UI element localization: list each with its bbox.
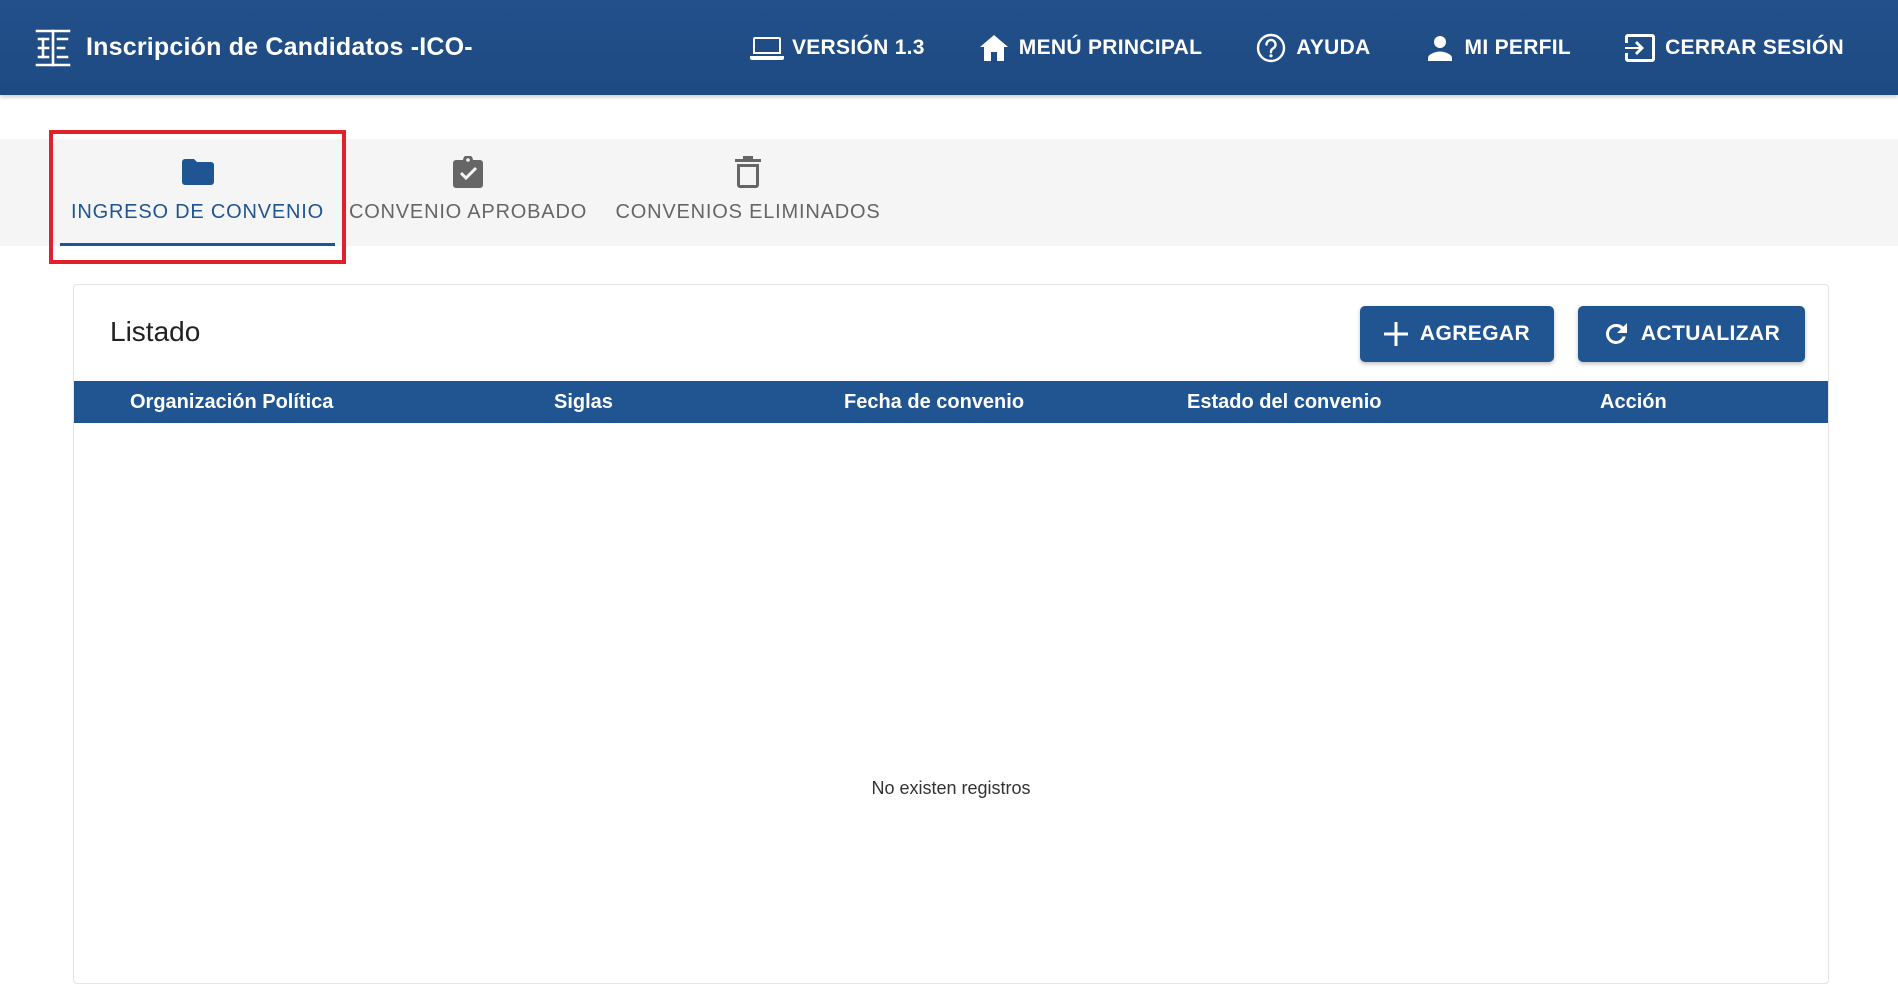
listado-card: Listado AGREGAR ACTUALIZAR Organización …: [73, 284, 1829, 984]
trash-icon: [735, 155, 761, 189]
active-tab-indicator: [60, 243, 335, 246]
table-header: Organización Política Siglas Fecha de co…: [74, 381, 1828, 423]
nav-logout-label: CERRAR SESIÓN: [1665, 35, 1844, 59]
empty-table-message: No existen registros: [871, 778, 1031, 798]
add-button-label: AGREGAR: [1419, 322, 1531, 345]
tab-convenio-aprobado[interactable]: CONVENIO APROBADO: [348, 139, 588, 246]
nav-logout[interactable]: CERRAR SESIÓN: [1623, 33, 1844, 63]
nav-help-label: AYUDA: [1296, 35, 1371, 59]
person-icon: [1423, 33, 1457, 63]
nav-version[interactable]: VERSIÓN 1.3: [749, 33, 925, 63]
tab-convenios-eliminados-label: CONVENIOS ELIMINADOS: [615, 201, 881, 223]
nav-help[interactable]: AYUDA: [1254, 33, 1370, 63]
column-header-accion: Acción: [1600, 391, 1667, 413]
te-logo-icon: [35, 29, 71, 66]
tab-bar: INGRESO DE CONVENIO CONVENIO APROBADO CO…: [0, 139, 1898, 246]
nav-main-menu[interactable]: MENÚ PRINCIPAL: [977, 33, 1202, 63]
brand[interactable]: Inscripción de Candidatos -ICO-: [34, 27, 473, 69]
laptop-icon: [749, 33, 784, 63]
column-header-fecha[interactable]: Fecha de convenio: [844, 381, 1024, 423]
column-header-organizacion[interactable]: Organización Política: [130, 381, 333, 423]
tab-convenio-aprobado-label: CONVENIO APROBADO: [348, 201, 588, 223]
tab-ingreso-convenio-label: INGRESO DE CONVENIO: [70, 201, 324, 223]
card-title: Listado: [110, 316, 201, 347]
home-icon: [977, 33, 1011, 63]
refresh-icon: [1605, 323, 1627, 344]
refresh-button-label: ACTUALIZAR: [1640, 322, 1781, 345]
top-nav: VERSIÓN 1.3 MENÚ PRINCIPAL AYUDA MI PERF…: [749, 33, 1844, 63]
tab-convenios-eliminados[interactable]: CONVENIOS ELIMINADOS: [610, 139, 886, 246]
help-circle-icon: [1254, 33, 1288, 63]
nav-profile[interactable]: MI PERFIL: [1423, 33, 1572, 63]
column-header-estado[interactable]: Estado del convenio: [1187, 381, 1381, 423]
clipboard-check-icon: [453, 155, 483, 189]
folder-icon: [181, 155, 214, 189]
nav-version-label: VERSIÓN 1.3: [791, 35, 925, 59]
nav-profile-label: MI PERFIL: [1464, 35, 1572, 59]
app-bar: Inscripción de Candidatos -ICO- VERSIÓN …: [0, 0, 1898, 95]
refresh-button[interactable]: ACTUALIZAR: [1578, 306, 1805, 362]
logout-icon: [1623, 33, 1657, 63]
tab-ingreso-convenio[interactable]: INGRESO DE CONVENIO: [60, 139, 335, 246]
column-header-siglas[interactable]: Siglas: [554, 381, 613, 423]
nav-main-menu-label: MENÚ PRINCIPAL: [1018, 35, 1203, 59]
add-button[interactable]: AGREGAR: [1360, 306, 1554, 362]
app-title: Inscripción de Candidatos -ICO-: [86, 33, 473, 61]
plus-icon: [1383, 322, 1408, 346]
